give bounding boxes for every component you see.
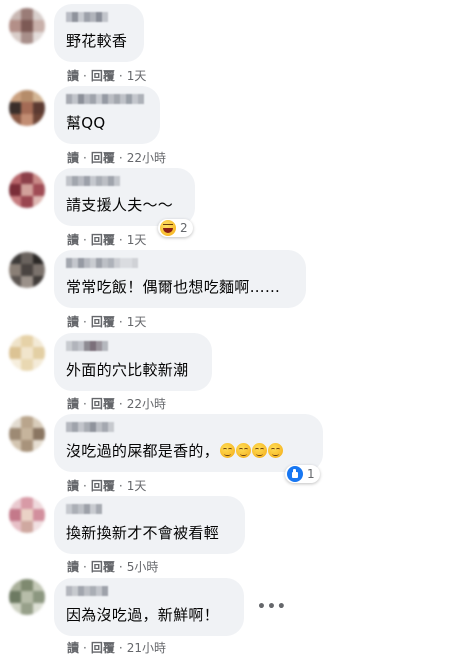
separator: · (83, 314, 87, 329)
smirk-emoji-icon (220, 443, 236, 458)
avatar[interactable] (9, 335, 45, 371)
timestamp[interactable]: 1天 (127, 313, 147, 330)
comment-actions: 讀 · 回覆 · 1天 (67, 231, 146, 248)
more-options-icon[interactable]: ••• (257, 599, 287, 615)
comment-text: 換新換新才不會被看輕 (66, 524, 220, 542)
separator: · (118, 150, 123, 165)
read-button[interactable]: 讀 (67, 231, 79, 248)
reply-button[interactable]: 回覆 (91, 395, 115, 412)
avatar[interactable] (9, 416, 45, 452)
comment-actions: 讀 · 回覆 · 22小時 (67, 149, 166, 166)
comment-text: 幫QQ (66, 114, 106, 132)
like-reaction-icon (287, 466, 303, 482)
reply-button[interactable]: 回覆 (91, 558, 115, 575)
comment-text: 因為沒吃過，新鮮啊！ (66, 606, 220, 624)
avatar[interactable] (9, 579, 45, 615)
reply-button[interactable]: 回覆 (91, 639, 115, 656)
avatar[interactable] (9, 497, 45, 533)
smirk-emoji-icon (236, 443, 252, 458)
reaction-count[interactable]: 1 (285, 465, 320, 483)
timestamp[interactable]: 22小時 (127, 395, 166, 412)
avatar[interactable] (9, 252, 45, 288)
separator: · (83, 68, 87, 83)
timestamp[interactable]: 1天 (127, 477, 147, 494)
timestamp[interactable]: 5小時 (127, 558, 159, 575)
commenter-name-redacted[interactable] (66, 422, 311, 432)
reply-button[interactable]: 回覆 (91, 231, 115, 248)
avatar[interactable] (9, 90, 45, 126)
comment-bubble: 因為沒吃過，新鮮啊！ (54, 578, 244, 636)
comment-actions: 讀 · 回覆 · 22小時 (67, 395, 166, 412)
commenter-name-redacted[interactable] (66, 12, 132, 22)
separator: · (83, 640, 87, 655)
timestamp[interactable]: 22小時 (127, 149, 166, 166)
read-button[interactable]: 讀 (67, 558, 79, 575)
timestamp[interactable]: 1天 (127, 67, 147, 84)
commenter-name-redacted[interactable] (66, 258, 294, 268)
laugh-reaction-icon (160, 220, 176, 236)
reaction-count-value: 2 (180, 221, 188, 235)
reply-button[interactable]: 回覆 (91, 149, 115, 166)
separator: · (83, 396, 87, 411)
avatar[interactable] (9, 172, 45, 208)
commenter-name-redacted[interactable] (66, 341, 200, 351)
comment-bubble: 外面的穴比較新潮 (54, 333, 212, 391)
comment-bubble: 請支援人夫～～ (54, 168, 195, 226)
separator: · (83, 150, 87, 165)
separator: · (118, 396, 123, 411)
separator: · (83, 559, 87, 574)
separator: · (118, 640, 123, 655)
commenter-name-redacted[interactable] (66, 176, 183, 186)
reaction-count[interactable]: 2 (158, 219, 193, 237)
reaction-count-value: 1 (307, 467, 315, 481)
commenter-name-redacted[interactable] (66, 94, 148, 104)
comment-bubble: 野花較香 (54, 4, 144, 62)
separator: · (118, 478, 123, 493)
comment-bubble: 沒吃過的屎都是香的， (54, 414, 323, 472)
comment-actions: 讀 · 回覆 · 1天 (67, 313, 146, 330)
separator: · (118, 314, 123, 329)
comment-bubble: 常常吃飯！偶爾也想吃麵啊…… (54, 250, 306, 308)
smirk-emoji-icon (268, 443, 284, 458)
read-button[interactable]: 讀 (67, 395, 79, 412)
commenter-name-redacted[interactable] (66, 504, 233, 514)
comment-text: 外面的穴比較新潮 (66, 361, 189, 379)
comment-bubble: 幫QQ (54, 86, 160, 144)
comment-text: 常常吃飯！偶爾也想吃麵啊…… (66, 278, 281, 296)
smirk-emoji-icon (252, 443, 268, 458)
reply-button[interactable]: 回覆 (91, 67, 115, 84)
read-button[interactable]: 讀 (67, 313, 79, 330)
timestamp[interactable]: 1天 (127, 231, 147, 248)
comment-bubble: 換新換新才不會被看輕 (54, 496, 245, 554)
separator: · (83, 478, 87, 493)
comment-text-body: 沒吃過的屎都是香的， (66, 442, 220, 460)
timestamp[interactable]: 21小時 (127, 639, 166, 656)
comment-actions: 讀 · 回覆 · 1天 (67, 477, 146, 494)
separator: · (118, 232, 123, 247)
read-button[interactable]: 讀 (67, 477, 79, 494)
reply-button[interactable]: 回覆 (91, 477, 115, 494)
comment-text: 請支援人夫～～ (66, 196, 174, 214)
comment-actions: 讀 · 回覆 · 1天 (67, 67, 146, 84)
avatar[interactable] (9, 8, 45, 44)
comment-text: 野花較香 (66, 32, 128, 50)
commenter-name-redacted[interactable] (66, 586, 232, 596)
read-button[interactable]: 讀 (67, 67, 79, 84)
reply-button[interactable]: 回覆 (91, 313, 115, 330)
read-button[interactable]: 讀 (67, 639, 79, 656)
comment-actions: 讀 · 回覆 · 5小時 (67, 558, 158, 575)
separator: · (118, 559, 123, 574)
comment-text: 沒吃過的屎都是香的， (66, 442, 311, 461)
separator: · (118, 68, 123, 83)
read-button[interactable]: 讀 (67, 149, 79, 166)
comment-actions: 讀 · 回覆 · 21小時 (67, 639, 166, 656)
separator: · (83, 232, 87, 247)
